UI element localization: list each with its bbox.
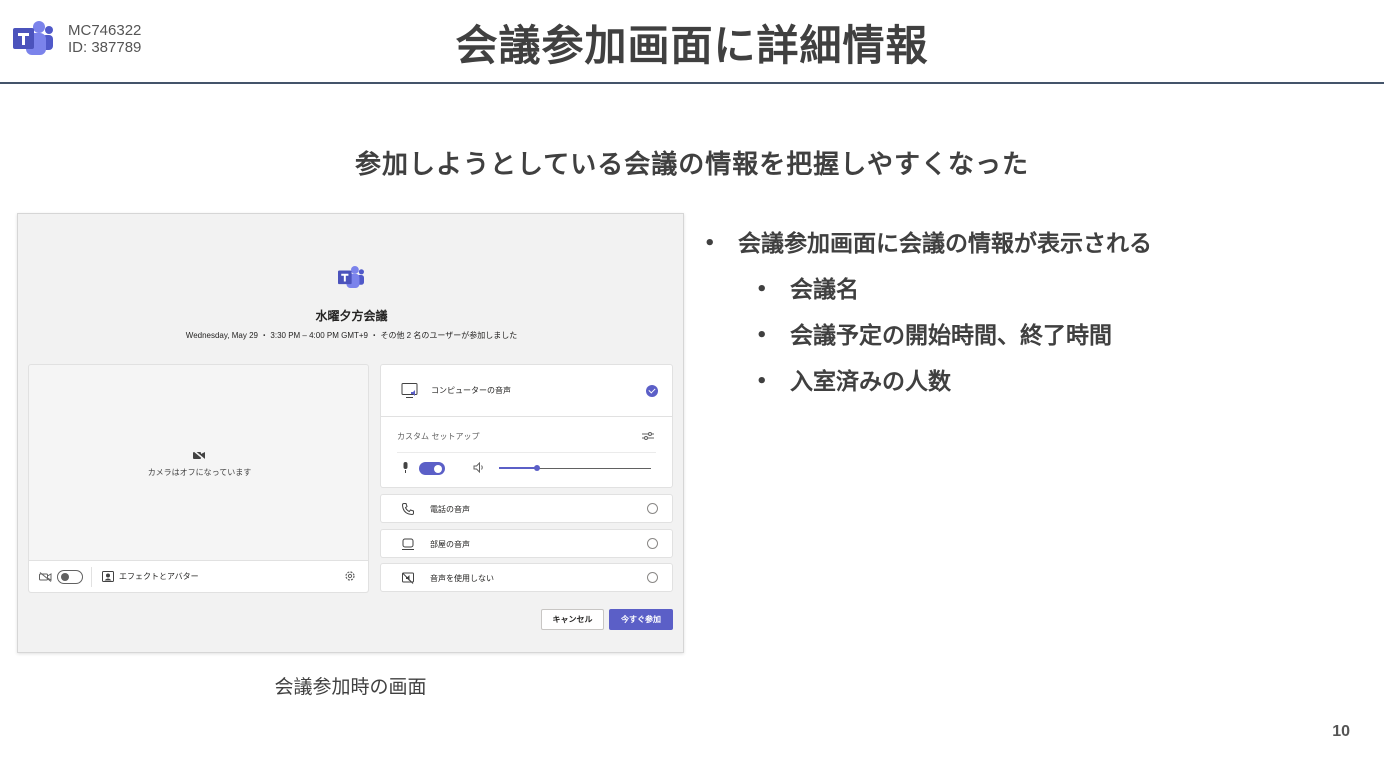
- phone-audio-label: 電話の音声: [430, 505, 470, 514]
- camera-off-text: カメラはオフになっています: [147, 468, 252, 477]
- screenshot-caption: 会議参加時の画面: [274, 676, 427, 698]
- slide-title: 会議参加画面に詳細情報: [455, 21, 929, 70]
- pre-join-screenshot: 水曜夕方会議 Wednesday, May 29 ・ 3:30 PM – 4:0…: [17, 213, 684, 653]
- microphone-toggle[interactable]: [419, 462, 445, 475]
- room-audio-label: 部屋の音声: [430, 540, 470, 549]
- settings-sliders-icon[interactable]: [642, 431, 654, 441]
- room-audio-radio[interactable]: [647, 538, 658, 549]
- join-now-button[interactable]: 今すぐ参加: [609, 609, 673, 630]
- computer-audio-row[interactable]: コンピューターの音声: [381, 365, 672, 417]
- bullet-list: • 会議参加画面に会議の情報が表示される • 会議名 • 会議予定の開始時間、終…: [702, 226, 1342, 410]
- bullet-item: • 会議参加画面に会議の情報が表示される: [702, 226, 1342, 272]
- volume-slider-fill: [499, 467, 537, 469]
- sub-bullet-text: 会議予定の開始時間、終了時間: [790, 323, 1112, 349]
- bullet-dot: •: [756, 325, 768, 346]
- microphone-icon: [403, 462, 408, 473]
- no-audio-option[interactable]: 音声を使用しない: [380, 563, 673, 592]
- video-toolbar: エフェクトとアバター: [29, 560, 368, 592]
- no-audio-radio[interactable]: [647, 572, 658, 583]
- camera-off-icon: [192, 449, 206, 461]
- volume-slider[interactable]: [499, 465, 651, 471]
- slide-subtitle: 参加しようとしている会議の情報を把握しやすくなった: [355, 150, 1029, 180]
- bullet-dot: •: [704, 233, 716, 254]
- computer-audio-label: コンピューターの音声: [431, 386, 511, 395]
- gear-icon[interactable]: [344, 570, 356, 582]
- room-audio-option[interactable]: 部屋の音声: [380, 529, 673, 558]
- meeting-info: Wednesday, May 29 ・ 3:30 PM – 4:00 PM GM…: [185, 331, 518, 340]
- custom-setup-label: カスタム セットアップ: [397, 432, 480, 441]
- sub-bullet-item: • 会議予定の開始時間、終了時間: [702, 318, 1342, 364]
- bullet-dot: •: [756, 279, 768, 300]
- bullet-dot: •: [756, 371, 768, 392]
- speaker-icon: [473, 462, 483, 473]
- sub-bullet-item: • 会議名: [702, 272, 1342, 318]
- phone-audio-option[interactable]: 電話の音声: [380, 494, 673, 523]
- sub-bullet-text: 入室済みの人数: [790, 369, 951, 395]
- camera-toggle[interactable]: [57, 570, 83, 584]
- effects-button[interactable]: エフェクトとアバター: [119, 571, 199, 582]
- video-preview: カメラはオフになっています エフェクトとアバター: [28, 364, 369, 593]
- page-number: 10: [1332, 723, 1350, 740]
- teams-logo-icon: [338, 265, 364, 289]
- toolbar-divider: [91, 567, 92, 587]
- computer-audio-option[interactable]: コンピューターの音声 カスタム セットアップ: [380, 364, 673, 488]
- cancel-button[interactable]: キャンセル: [541, 609, 604, 630]
- meeting-name: 水曜夕方会議: [315, 309, 388, 323]
- no-audio-label: 音声を使用しない: [430, 574, 494, 583]
- room-device-icon: [402, 538, 414, 550]
- phone-icon: [401, 503, 414, 516]
- volume-slider-knob[interactable]: [534, 465, 540, 471]
- divider: [397, 452, 656, 453]
- sub-bullet-item: • 入室済みの人数: [702, 364, 1342, 410]
- camera-off-icon: [39, 572, 52, 582]
- no-audio-icon: [402, 572, 414, 584]
- bullet-text: 会議参加画面に会議の情報が表示される: [738, 231, 1152, 257]
- phone-audio-radio[interactable]: [647, 503, 658, 514]
- computer-audio-icon: [401, 383, 418, 398]
- header-divider: [0, 82, 1384, 84]
- selected-check-icon: [646, 385, 658, 397]
- sub-bullet-text: 会議名: [790, 277, 859, 303]
- effects-icon: [102, 571, 114, 582]
